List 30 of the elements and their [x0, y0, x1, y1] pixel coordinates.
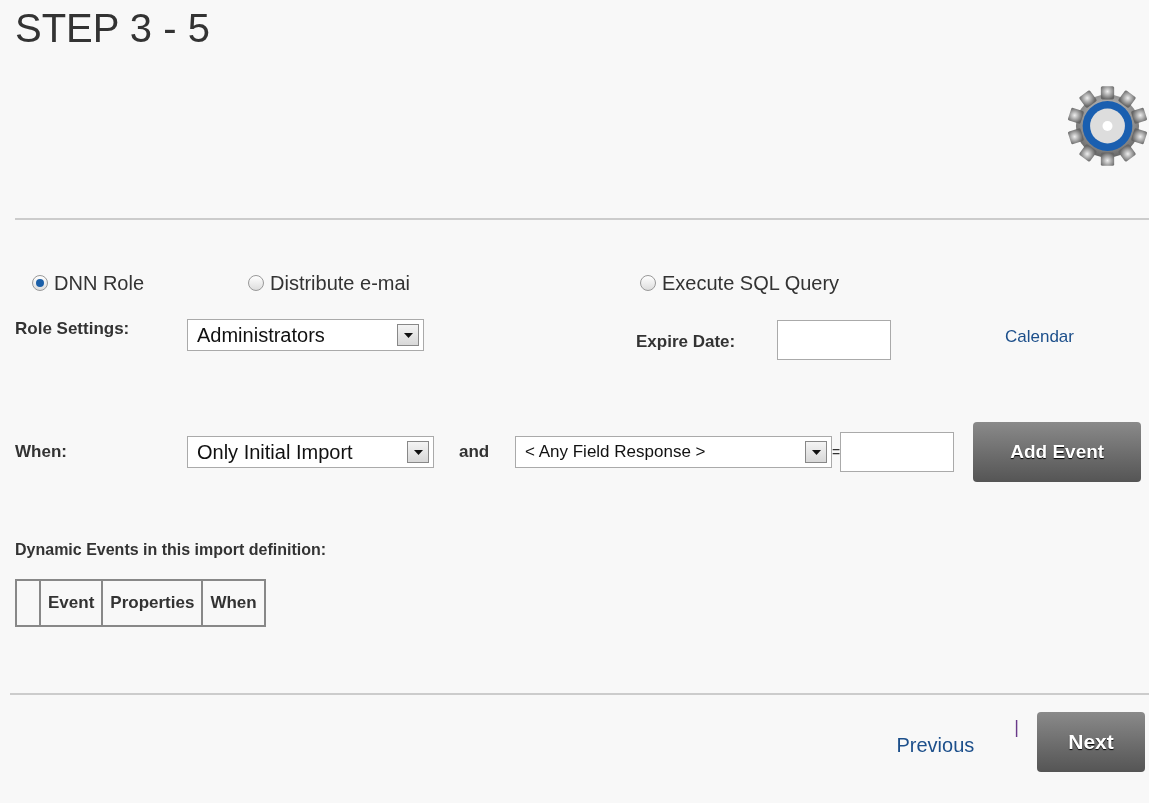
dropdown-toggle[interactable] [397, 324, 419, 346]
calendar-link[interactable]: Calendar [1005, 324, 1074, 350]
dropdown[interactable]: Administrators [187, 319, 424, 351]
column-header: Event [40, 580, 103, 626]
next-button[interactable]: Next [1037, 712, 1145, 772]
add-event-button[interactable]: Add Event [973, 422, 1142, 482]
and-label: and [459, 441, 491, 464]
caret-icon [413, 449, 423, 455]
page-title: STEP 3 - 5 [15, 5, 210, 52]
previous-link[interactable]: Previous [896, 730, 975, 760]
column-header: Properties [102, 580, 203, 626]
dropdown-toggle[interactable] [407, 441, 429, 463]
dropdown-toggle[interactable] [805, 441, 827, 463]
separator: | [1014, 716, 1019, 739]
field-label: When: [15, 441, 68, 464]
radio-option[interactable]: Execute SQL Query [640, 268, 840, 298]
caret-icon [811, 449, 821, 455]
column-header [16, 580, 40, 626]
section-heading: Dynamic Events in this import definition: [15, 540, 328, 560]
caret-icon [403, 332, 413, 338]
equals-sign: = [832, 442, 841, 462]
field-label: Role Settings: [15, 318, 131, 340]
dropdown[interactable]: < Any Field Response > [515, 436, 832, 468]
response-field[interactable] [840, 432, 955, 472]
dropdown[interactable]: Only Initial Import [187, 436, 434, 468]
date-field[interactable] [777, 320, 891, 360]
radio-option[interactable]: DNN Role [32, 268, 248, 298]
field-label: Expire Date: [636, 331, 737, 353]
column-header: When [202, 580, 265, 626]
radio-option[interactable]: Distribute e-mai [248, 268, 640, 298]
